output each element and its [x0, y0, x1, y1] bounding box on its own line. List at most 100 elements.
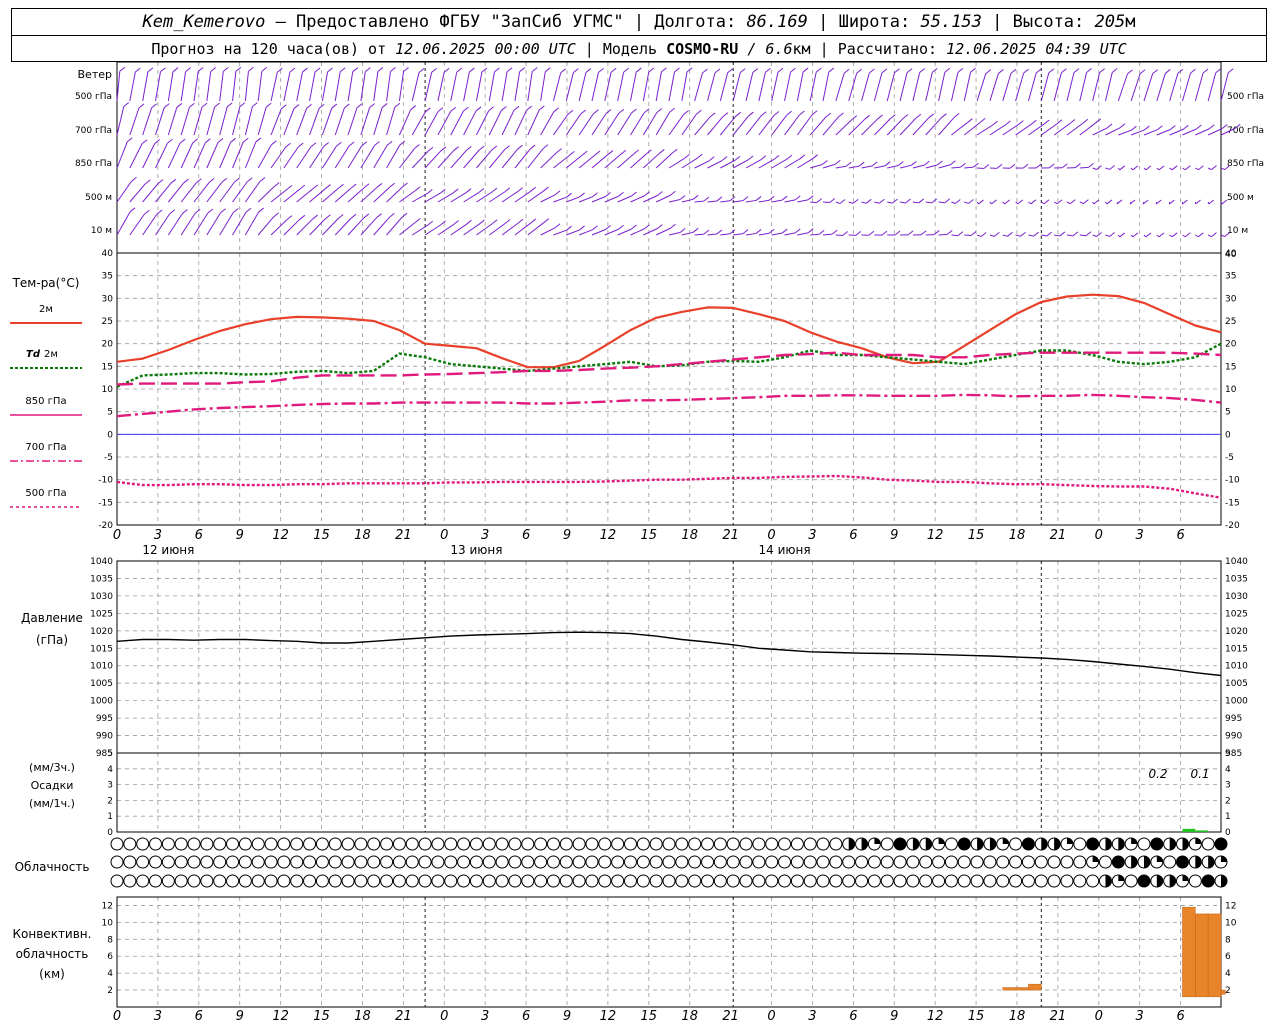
wind-barb-feather [657, 224, 663, 229]
wind-barb [540, 227, 556, 236]
cloud-symbol [867, 855, 881, 869]
wind-barb [566, 229, 580, 236]
wind-barb [951, 234, 958, 237]
wind-barb [463, 110, 477, 136]
date-label: 14 июня [759, 543, 811, 557]
wind-barb [707, 160, 723, 169]
temp-title: Тем-ра(°C) [12, 276, 80, 290]
wind-barb [989, 234, 995, 237]
wind-barb [719, 72, 729, 102]
wind-barb-feather [192, 138, 199, 144]
cloud-symbol [354, 837, 368, 851]
wind-barb [540, 71, 546, 102]
wind-barb-feather [828, 67, 835, 73]
wind-barb [475, 110, 490, 136]
cloud-symbol-fill [1221, 856, 1227, 862]
cloud-symbol-fill [1112, 856, 1125, 868]
wind-barb-feather [350, 183, 357, 189]
wind-barb [321, 107, 333, 136]
cloud-symbol [598, 874, 612, 888]
cloud-symbol [226, 874, 240, 888]
wind-barb [1220, 234, 1225, 238]
cloud-symbol [1009, 837, 1023, 851]
cloud-symbol [367, 874, 381, 888]
cloud-symbol [585, 855, 599, 869]
wind-barb-feather [1030, 119, 1037, 125]
cloud-symbol [482, 837, 496, 851]
wind-barb [784, 232, 796, 236]
cloud-symbol [1086, 874, 1100, 888]
wind-barb-feather [1088, 163, 1094, 168]
wind-barb [232, 71, 237, 102]
wind-barb-feather [1030, 199, 1037, 205]
wind-barb-feather [656, 108, 663, 113]
wind-barb [1028, 201, 1032, 205]
wind-barb [1002, 73, 1012, 102]
wind-barb [296, 188, 314, 203]
wind-barb-feather [593, 109, 599, 115]
wind-barb-feather [858, 161, 865, 167]
wind-barb [334, 187, 352, 203]
wind-barb [796, 114, 813, 136]
wind-barb [1079, 201, 1084, 205]
cloud-symbol [174, 855, 188, 869]
conv-ytick-right: 12 [1225, 901, 1236, 911]
cloud-symbol [855, 855, 869, 869]
cloud-symbol [713, 874, 727, 888]
wind-barb-feather [722, 112, 729, 117]
wind-barb [321, 71, 329, 102]
wind-barb-feather [207, 208, 214, 214]
wind-barb-feather [1164, 69, 1171, 74]
wind-barb-feather [1033, 231, 1039, 237]
wind-barb-feather [931, 198, 938, 204]
conv-tick-label: 3 [154, 1009, 162, 1024]
wind-barb-feather [1072, 231, 1079, 237]
cloud-symbol [1163, 855, 1177, 869]
wind-barb-feather [478, 145, 485, 151]
temp-ytick-left: 35 [102, 272, 113, 282]
wind-barb-feather [748, 111, 754, 117]
wind-barb-feather [594, 150, 601, 156]
pressure-ytick-left: 1015 [90, 644, 113, 654]
wind-barb [463, 191, 480, 203]
cloud-symbol [919, 874, 933, 888]
cloud-symbol [136, 874, 150, 888]
wind-barb-feather [1145, 232, 1152, 238]
wind-barb-feather [631, 224, 637, 230]
wind-barb [386, 144, 401, 169]
cloud-symbol [1034, 855, 1048, 869]
precip-ytick-right: 1 [1225, 812, 1231, 822]
wind-barb-feather [812, 154, 818, 160]
cloud-symbol [1188, 874, 1202, 888]
wind-barb [591, 229, 606, 236]
wind-barb-feather [1170, 125, 1176, 130]
wind-barb-feather [598, 67, 604, 73]
cloud-symbol [790, 837, 804, 851]
wind-barb [822, 233, 833, 236]
wind-barb-feather [501, 106, 507, 111]
wind-barb [1117, 73, 1128, 102]
temp-ytick-left: 0 [107, 430, 113, 440]
wind-barb-feather [542, 144, 549, 150]
cloud-symbol [277, 855, 291, 869]
wind-barb-feather [365, 67, 371, 73]
wind-barb-feather [276, 67, 283, 73]
wind-barb-feather [716, 229, 723, 235]
pressure-ytick-left: 1035 [90, 574, 113, 584]
wind-barb [1079, 122, 1096, 136]
cloud-symbol [200, 837, 214, 851]
wind-barb-feather [1010, 68, 1017, 74]
cloud-symbol [341, 855, 355, 869]
conv-tick-label: 6 [195, 1009, 203, 1024]
conv-bar [1028, 983, 1042, 991]
wind-barb-feather [727, 68, 733, 74]
cloud-symbol [1009, 855, 1023, 869]
wind-barb-feather [208, 178, 215, 183]
cloud-symbol [200, 855, 214, 869]
wind-barb [437, 150, 454, 169]
wind-barb [797, 199, 809, 203]
cloud-symbol [405, 855, 419, 869]
cloud-symbol [110, 837, 124, 851]
wind-barb [1169, 73, 1179, 102]
cloud-symbol [534, 874, 548, 888]
